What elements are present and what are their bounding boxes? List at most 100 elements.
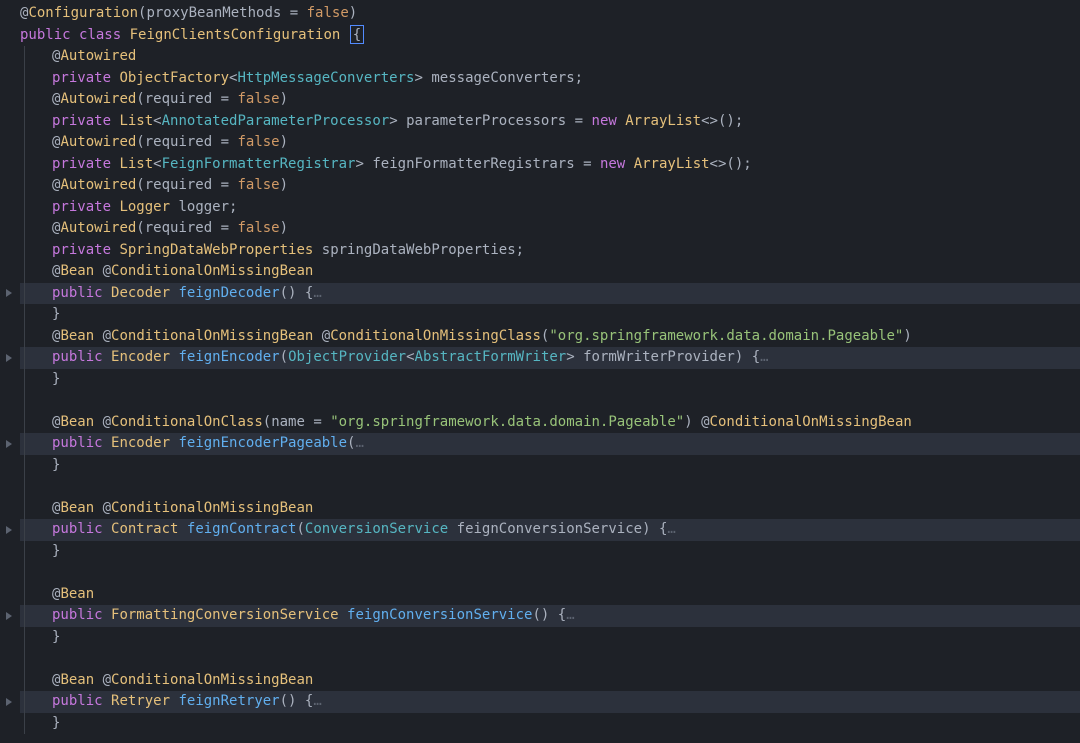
fold-toggle-icon[interactable] [0,691,18,713]
token [103,285,111,301]
fold-toggle-icon[interactable] [0,605,18,627]
code-line[interactable]: @Bean @ConditionalOnMissingBean [20,498,1080,520]
code-line[interactable]: public Contract feignContract(Conversion… [20,519,1080,541]
code-line[interactable]: @Autowired(required = false) [20,175,1080,197]
fold-toggle-icon[interactable] [0,433,18,455]
fold-toggle-icon[interactable] [0,347,18,369]
line-content: @Bean @ConditionalOnMissingBean [20,498,313,520]
code-line[interactable] [20,648,1080,670]
code-line[interactable] [20,476,1080,498]
fold-toggle-icon[interactable] [0,283,18,305]
token: new [600,156,625,172]
code-line[interactable]: public Encoder feignEncoderPageable(… [20,433,1080,455]
token: ConditionalOnMissingBean [111,328,313,344]
code-line[interactable]: @Bean @ConditionalOnClass(name = "org.sp… [20,412,1080,434]
token: messageConverters [431,70,574,86]
token: = [212,177,237,193]
code-line[interactable]: @Autowired [20,46,1080,68]
token: Configuration [28,5,138,21]
code-line[interactable]: private ObjectFactory<HttpMessageConvert… [20,68,1080,90]
code-line[interactable]: public Encoder feignEncoder(ObjectProvid… [20,347,1080,369]
token: public [52,521,103,537]
line-content: } [20,455,60,477]
gutter-cell [0,584,18,606]
token: false [307,5,349,21]
line-content: public FormattingConversionService feign… [20,605,575,627]
code-line[interactable]: public Retryer feignRetryer() {… [20,691,1080,713]
code-line[interactable]: public FormattingConversionService feign… [20,605,1080,627]
code-line[interactable]: public class FeignClientsConfiguration { [20,25,1080,47]
gutter-cell [0,68,18,90]
line-content: private Logger logger; [20,197,237,219]
token: ( [136,220,144,236]
code-line[interactable]: @Bean @ConditionalOnMissingBean [20,670,1080,692]
token: < [153,113,161,129]
code-line[interactable] [20,390,1080,412]
token: ) [280,220,288,236]
code-line[interactable]: @Configuration(proxyBeanMethods = false) [20,3,1080,25]
token: springDataWebProperties [322,242,516,258]
token: () [532,607,549,623]
token: @ [701,414,709,430]
token: formWriterProvider [583,349,735,365]
line-content: public class FeignClientsConfiguration { [20,25,364,47]
gutter-cell [0,390,18,412]
code-line[interactable]: public Decoder feignDecoder() {… [20,283,1080,305]
code-line[interactable]: } [20,304,1080,326]
token: } [52,715,60,731]
line-content: public Encoder feignEncoderPageable(… [20,433,364,455]
token: ConditionalOnMissingBean [111,500,313,516]
gutter-cell [0,498,18,520]
code-line[interactable]: @Bean [20,584,1080,606]
token: public [52,607,103,623]
token: … [667,521,675,537]
token: HttpMessageConverters [237,70,414,86]
token: feignConversionService [457,521,642,537]
token: ConditionalOnMissingBean [111,672,313,688]
code-line[interactable]: private List<AnnotatedParameterProcessor… [20,111,1080,133]
token: > [414,70,422,86]
code-editor[interactable]: @Configuration(proxyBeanMethods = false)… [0,0,1080,743]
token [693,414,701,430]
token: ( [296,521,304,537]
line-content: @Bean @ConditionalOnMissingBean [20,670,313,692]
line-content: public Retryer feignRetryer() {… [20,691,322,713]
token: ; [229,199,237,215]
code-line[interactable]: private Logger logger; [20,197,1080,219]
line-content: @Bean @ConditionalOnMissingBean [20,261,313,283]
code-line[interactable]: } [20,541,1080,563]
gutter-cell [0,261,18,283]
code-area[interactable]: @Configuration(proxyBeanMethods = false)… [18,3,1080,743]
token: > [389,113,397,129]
code-line[interactable]: private List<FeignFormatterRegistrar> fe… [20,154,1080,176]
token [103,521,111,537]
token: < [406,349,414,365]
code-line[interactable]: @Autowired(required = false) [20,132,1080,154]
token: Encoder [111,435,170,451]
gutter-cell [0,304,18,326]
code-line[interactable]: private SpringDataWebProperties springDa… [20,240,1080,262]
token: false [237,177,279,193]
line-content: @Autowired [20,46,136,68]
token: … [313,285,321,301]
token: < [153,156,161,172]
code-line[interactable] [20,562,1080,584]
fold-toggle-icon[interactable] [0,519,18,541]
code-line[interactable]: } [20,369,1080,391]
token [103,607,111,623]
code-line[interactable]: @Autowired(required = false) [20,218,1080,240]
code-line[interactable]: @Bean @ConditionalOnMissingBean @Conditi… [20,326,1080,348]
token: = [305,414,330,430]
token: ) [903,328,911,344]
line-content: private List<AnnotatedParameterProcessor… [20,111,743,133]
token: private [52,70,111,86]
gutter-cell [0,369,18,391]
code-line[interactable]: @Bean @ConditionalOnMissingBean [20,261,1080,283]
token: SpringDataWebProperties [119,242,313,258]
token: ConversionService [305,521,448,537]
code-line[interactable]: } [20,455,1080,477]
code-line[interactable]: } [20,713,1080,735]
code-line[interactable]: } [20,627,1080,649]
token: Bean [60,414,94,430]
code-line[interactable]: @Autowired(required = false) [20,89,1080,111]
